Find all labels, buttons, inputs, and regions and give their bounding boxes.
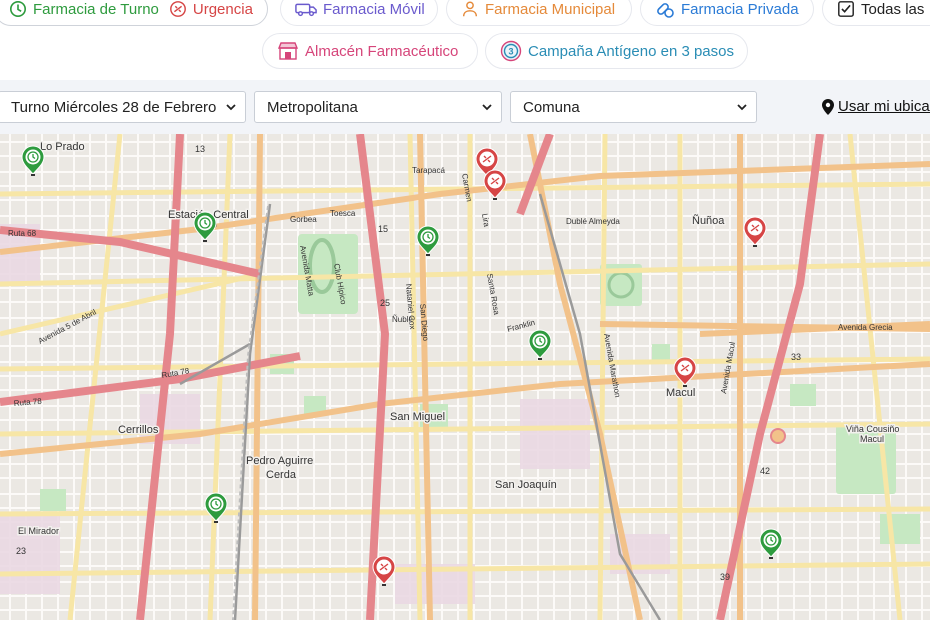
tab-label-antigeno: Campaña Antígeno en 3 pasos bbox=[528, 42, 734, 60]
turno-value: Turno Miércoles 28 de Febrero bbox=[11, 98, 217, 116]
street-label: Avenida Grecia bbox=[838, 323, 893, 332]
tab-label-municipal: Farmacia Municipal bbox=[485, 0, 616, 18]
filters-bar: Turno Miércoles 28 de Febrero Metropolit… bbox=[0, 80, 930, 134]
tab-campana-antigeno[interactable]: 3 Campaña Antígeno en 3 pasos bbox=[485, 33, 748, 69]
chevron-down-icon bbox=[482, 104, 492, 111]
place-label-san-joaquin: San Joaquín bbox=[495, 479, 557, 491]
road-number: 39 bbox=[720, 572, 730, 582]
use-location-link[interactable]: Usar mi ubicac bbox=[822, 98, 930, 115]
street-label: Gorbea bbox=[290, 215, 317, 224]
tab-todas[interactable]: Todas las bbox=[822, 0, 930, 26]
map-canvas: Lo Prado Estación Central Ñuñoa Macul Sa… bbox=[0, 134, 930, 620]
tab-label-turno: Farmacia de Turno bbox=[33, 0, 159, 18]
svg-text:3: 3 bbox=[508, 47, 513, 57]
use-location-label: Usar mi ubicac bbox=[838, 98, 930, 115]
place-label-nunoa: Ñuñoa bbox=[692, 214, 725, 227]
place-label-cerrillos: Cerrillos bbox=[118, 424, 159, 436]
store-icon bbox=[277, 42, 299, 60]
turno-select[interactable]: Turno Miércoles 28 de Febrero bbox=[0, 91, 246, 123]
place-label-vina-cousino: Viña Cousiño bbox=[846, 424, 899, 434]
road-number: 13 bbox=[195, 144, 205, 154]
road-number: 42 bbox=[760, 466, 770, 476]
road-number: 15 bbox=[378, 224, 388, 234]
tab-farmacia-turno-urgencia[interactable]: Farmacia de Turno Urgencia bbox=[0, 0, 268, 26]
region-value: Metropolitana bbox=[267, 98, 358, 116]
map-view[interactable]: Lo Prado Estación Central Ñuñoa Macul Sa… bbox=[0, 134, 930, 620]
region-select[interactable]: Metropolitana bbox=[254, 91, 502, 123]
tab-label-almacen: Almacén Farmacéutico bbox=[305, 42, 459, 60]
tab-farmacia-municipal[interactable]: Farmacia Municipal bbox=[446, 0, 632, 26]
road-number: 33 bbox=[791, 352, 801, 362]
street-label: Tarapacá bbox=[412, 166, 445, 175]
road-number: 23 bbox=[16, 546, 26, 556]
tab-farmacia-movil[interactable]: Farmacia Móvil bbox=[280, 0, 438, 26]
tab-label-movil: Farmacia Móvil bbox=[323, 0, 425, 18]
comuna-value: Comuna bbox=[523, 98, 580, 116]
tab-label-urgencia: Urgencia bbox=[192, 0, 253, 18]
chevron-down-icon bbox=[737, 104, 747, 111]
street-label: Dublé Almeyda bbox=[566, 217, 620, 226]
tab-farmacia-privada[interactable]: Farmacia Privada bbox=[640, 0, 814, 26]
person-icon bbox=[462, 1, 478, 17]
road-number: 25 bbox=[380, 298, 390, 308]
comuna-select[interactable]: Comuna bbox=[510, 91, 757, 123]
chevron-down-icon bbox=[226, 104, 236, 111]
place-label-cerda: Cerda bbox=[266, 469, 297, 481]
pills-icon bbox=[657, 3, 674, 18]
place-label-lo-prado: Lo Prado bbox=[40, 141, 85, 153]
place-label-el-mirador: El Mirador bbox=[18, 526, 59, 536]
place-label-macul-small: Macul bbox=[860, 434, 884, 444]
clock-icon bbox=[9, 0, 27, 18]
emergency-icon bbox=[169, 1, 186, 17]
place-label-pedro-aguirre: Pedro Aguirre bbox=[246, 455, 313, 467]
tab-label-todas: Todas las bbox=[861, 0, 925, 18]
place-label-san-miguel: San Miguel bbox=[390, 411, 445, 423]
van-icon bbox=[295, 3, 317, 17]
tab-almacen-farmaceutico[interactable]: Almacén Farmacéutico bbox=[262, 33, 478, 69]
tab-label-privada: Farmacia Privada bbox=[681, 0, 799, 18]
place-label-macul: Macul bbox=[666, 387, 695, 399]
street-label: Ñuble bbox=[392, 315, 413, 324]
checkbox-icon bbox=[838, 1, 854, 17]
antigen-icon: 3 bbox=[500, 40, 522, 62]
street-label: Toesca bbox=[330, 209, 356, 218]
map-pin-icon bbox=[822, 98, 834, 115]
street-label: Ruta 68 bbox=[8, 229, 37, 238]
